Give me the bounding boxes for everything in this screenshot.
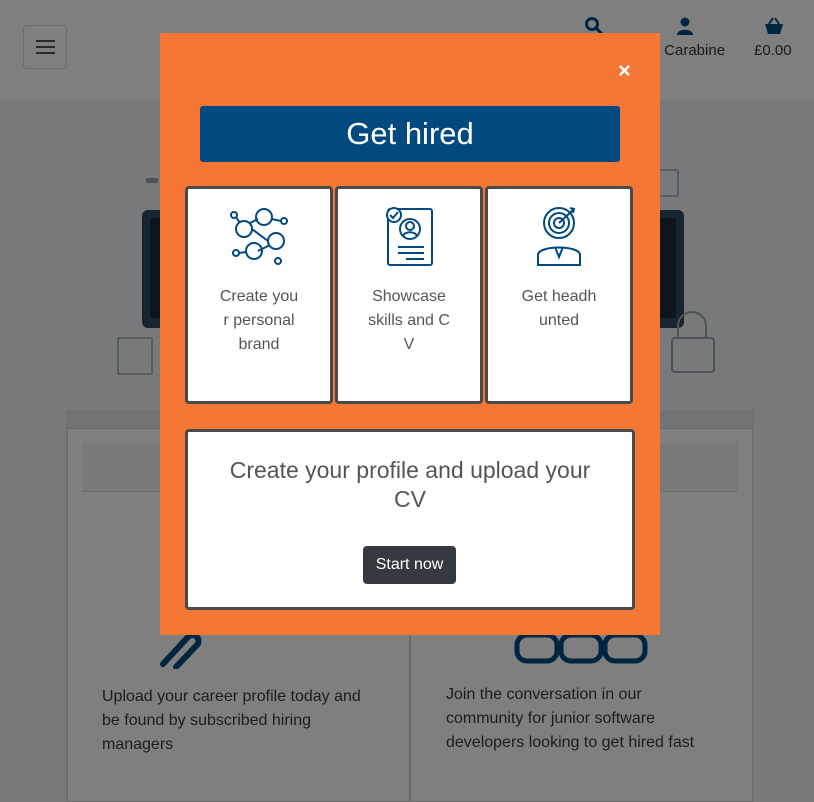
feature-headhunted: Get headhunted xyxy=(485,186,633,404)
close-button[interactable]: × xyxy=(618,59,631,83)
start-now-button[interactable]: Start now xyxy=(363,546,456,584)
target-person-icon xyxy=(537,207,581,266)
feature-label: Create your personal brand xyxy=(219,288,299,353)
network-people-icon xyxy=(230,208,288,265)
feature-label: Showcase skills and CV xyxy=(368,288,450,353)
get-hired-modal: × Get hired Create your personal brand S… xyxy=(160,33,660,635)
feature-showcase-cv: Showcase skills and CV xyxy=(335,186,483,404)
cta-text: Create your profile and upload your CV xyxy=(229,457,591,512)
cv-document-icon xyxy=(386,207,433,266)
modal-title: Get hired xyxy=(200,106,620,162)
feature-personal-brand: Create your personal brand xyxy=(185,186,333,404)
cta-panel: Create your profile and upload your CV S… xyxy=(185,429,635,610)
feature-label: Get headhunted xyxy=(521,288,597,329)
